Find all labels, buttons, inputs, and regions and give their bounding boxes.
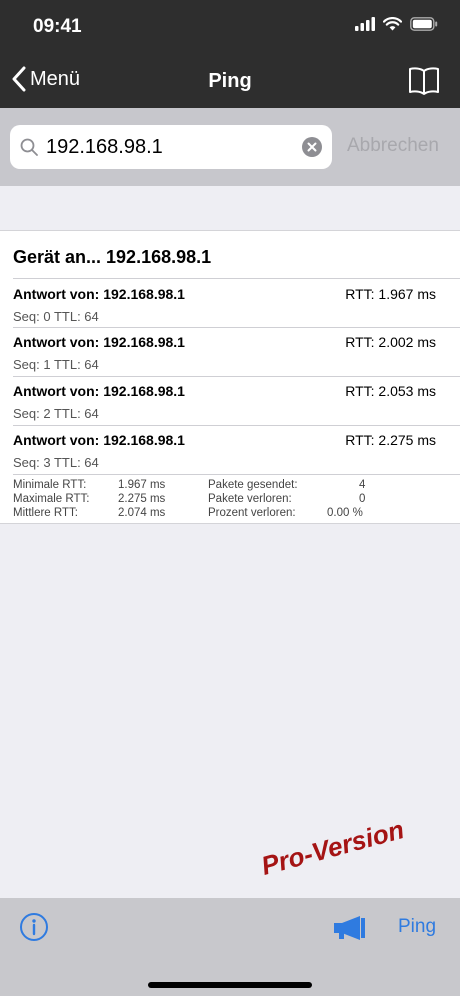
info-icon[interactable]	[19, 912, 49, 942]
search-icon	[20, 138, 38, 156]
divider	[13, 474, 460, 475]
stat-max-value: 2.275 ms	[118, 493, 166, 505]
stat-pct-value: 0.00 %	[327, 507, 363, 519]
stat-min-label: Minimale RTT:	[13, 479, 87, 491]
reply-rtt: RTT: 2.053 ms	[345, 383, 436, 399]
status-icons	[355, 17, 438, 31]
stat-lost-label: Pakete verloren:	[208, 493, 292, 505]
ping-results: Gerät an... 192.168.98.1 Antwort von: 19…	[0, 230, 460, 524]
clear-icon[interactable]	[302, 137, 322, 157]
stat-avg-value: 2.074 ms	[118, 507, 166, 519]
megaphone-icon[interactable]	[334, 916, 366, 940]
stat-sent-label: Pakete gesendet:	[208, 479, 298, 491]
divider	[13, 278, 460, 279]
reply-from: Antwort von: 192.168.98.1	[13, 383, 185, 399]
help-book-button[interactable]	[408, 66, 440, 101]
search-bar: Abbrechen	[0, 108, 460, 186]
reply-seq-ttl: Seq: 0 TTL: 64	[13, 309, 99, 324]
reply-from: Antwort von: 192.168.98.1	[13, 286, 185, 302]
divider	[13, 327, 460, 328]
reply-seq-ttl: Seq: 3 TTL: 64	[13, 455, 99, 470]
reply-rtt: RTT: 2.002 ms	[345, 334, 436, 350]
reply-seq-ttl: Seq: 1 TTL: 64	[13, 357, 99, 372]
divider	[13, 425, 460, 426]
battery-icon	[410, 17, 438, 31]
stat-min-value: 1.967 ms	[118, 479, 166, 491]
signal-icon	[355, 17, 375, 31]
reply-from: Antwort von: 192.168.98.1	[13, 432, 185, 448]
search-field[interactable]	[10, 125, 332, 169]
device-title: Gerät an... 192.168.98.1	[13, 247, 212, 267]
search-input[interactable]	[46, 125, 306, 169]
pro-version-watermark: Pro-Version	[258, 814, 408, 881]
wifi-icon	[383, 17, 402, 31]
stat-pct-label: Prozent verloren:	[208, 507, 296, 519]
stat-max-label: Maximale RTT:	[13, 493, 90, 505]
reply-rtt: RTT: 2.275 ms	[345, 432, 436, 448]
status-time: 09:41	[33, 16, 82, 37]
home-indicator	[148, 982, 312, 988]
stat-sent-value: 4	[359, 479, 366, 491]
reply-rtt: RTT: 1.967 ms	[345, 286, 436, 302]
stat-avg-label: Mittlere RTT:	[13, 507, 78, 519]
divider	[13, 376, 460, 377]
cancel-button[interactable]: Abbrechen	[347, 135, 439, 157]
page-title: Ping	[208, 70, 252, 92]
top-bar: 09:41 Menü Ping	[0, 0, 460, 108]
reply-from: Antwort von: 192.168.98.1	[13, 334, 185, 350]
reply-seq-ttl: Seq: 2 TTL: 64	[13, 406, 99, 421]
book-icon	[409, 67, 439, 95]
stat-lost-value: 0	[359, 493, 366, 505]
ping-button[interactable]: Ping	[398, 916, 436, 938]
